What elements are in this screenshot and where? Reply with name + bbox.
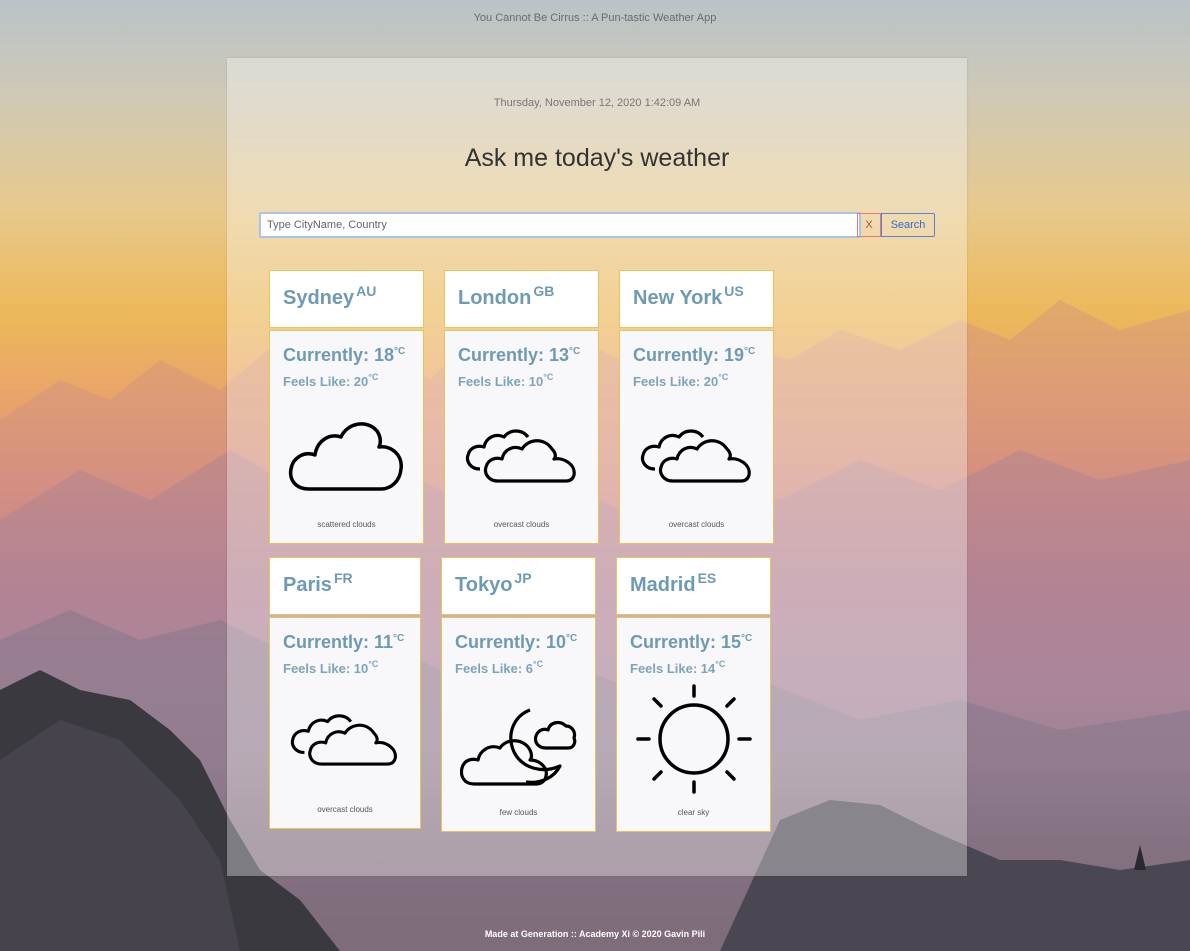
current-temp: Currently: 18°C bbox=[283, 345, 406, 365]
sun-icon bbox=[635, 684, 752, 794]
weather-panel: Thursday, November 12, 2020 1:42:09 AM A… bbox=[227, 58, 967, 876]
weather-description: overcast clouds bbox=[668, 520, 725, 529]
city-card-madrid: Madrid ES Currently: 15°C Feels Like: 14°… bbox=[616, 557, 771, 832]
country-code: JP bbox=[514, 570, 532, 586]
current-temp: Currently: 19°C bbox=[633, 345, 756, 365]
weather-details: Currently: 10°C Feels Like: 6°C few clou… bbox=[441, 617, 596, 832]
double-cloud-icon bbox=[290, 714, 397, 766]
weather-details: Currently: 13°C Feels Like: 10°C overcas… bbox=[444, 330, 599, 544]
current-temp: Currently: 15°C bbox=[630, 632, 753, 652]
feels-like-temp: Feels Like: 6°C bbox=[455, 659, 544, 676]
city-name: Madrid bbox=[630, 574, 696, 596]
double-cloud-icon bbox=[640, 429, 751, 483]
feels-like-temp: Feels Like: 20°C bbox=[633, 372, 729, 389]
city-card-london: London GB Currently: 13°C Feels Like: 10°… bbox=[444, 270, 599, 544]
weather-description: scattered clouds bbox=[317, 520, 376, 529]
weather-description: clear sky bbox=[677, 808, 710, 817]
city-header: Tokyo JP bbox=[441, 557, 596, 615]
weather-description: overcast clouds bbox=[317, 805, 373, 814]
city-header: New York US bbox=[619, 270, 774, 328]
country-code: AU bbox=[356, 283, 377, 299]
current-temp: Currently: 10°C bbox=[455, 632, 578, 652]
city-header: Paris FR bbox=[269, 557, 421, 615]
country-code: US bbox=[724, 283, 744, 299]
weather-description: overcast clouds bbox=[493, 520, 550, 529]
current-datetime: Thursday, November 12, 2020 1:42:09 AM bbox=[493, 97, 701, 109]
page-heading: Ask me today's weather bbox=[464, 144, 730, 172]
weather-details: Currently: 11°C Feels Like: 10°C overcas… bbox=[269, 617, 421, 829]
weather-details: Currently: 18°C Feels Like: 20°C scatter… bbox=[269, 330, 424, 544]
country-code: GB bbox=[533, 283, 555, 299]
feels-like-temp: Feels Like: 10°C bbox=[458, 372, 554, 389]
city-card-new-york: New York US Currently: 19°C Feels Like: 2… bbox=[619, 270, 774, 544]
current-temp: Currently: 13°C bbox=[458, 345, 581, 365]
search-bar: X Search bbox=[259, 212, 935, 238]
cloud-icon bbox=[288, 422, 403, 491]
search-button[interactable]: Search bbox=[881, 213, 935, 237]
city-header: London GB bbox=[444, 270, 599, 328]
city-card-paris: Paris FR Currently: 11°C Feels Like: 10°C… bbox=[269, 557, 421, 829]
city-card-tokyo: Tokyo JP Currently: 10°C Feels Like: 6°C … bbox=[441, 557, 596, 832]
country-code: ES bbox=[697, 570, 717, 586]
city-search-input[interactable] bbox=[259, 212, 861, 238]
feels-like-temp: Feels Like: 14°C bbox=[630, 659, 726, 676]
city-header: Madrid ES bbox=[616, 557, 771, 615]
current-temp: Currently: 11°C bbox=[283, 632, 405, 652]
feels-like-temp: Feels Like: 20°C bbox=[283, 372, 379, 389]
footer-credit: Made at Generation :: Academy Xi © 2020 … bbox=[484, 929, 706, 939]
country-code: FR bbox=[333, 570, 353, 586]
weather-details: Currently: 15°C Feels Like: 14°C clear s… bbox=[616, 617, 771, 832]
clear-button[interactable]: X bbox=[857, 213, 881, 237]
city-name: New York bbox=[633, 287, 723, 309]
feels-like-temp: Feels Like: 10°C bbox=[283, 659, 379, 676]
double-cloud-icon bbox=[465, 429, 576, 483]
moon-cloud-icon bbox=[459, 708, 576, 786]
city-name: Tokyo bbox=[455, 574, 513, 596]
city-name: Sydney bbox=[283, 287, 355, 309]
city-name: Paris bbox=[283, 574, 332, 596]
weather-details: Currently: 19°C Feels Like: 20°C overcas… bbox=[619, 330, 774, 544]
city-name: London bbox=[458, 287, 532, 309]
app-title: You Cannot Be Cirrus :: A Pun-tastic Wea… bbox=[473, 12, 717, 24]
city-header: Sydney AU bbox=[269, 270, 424, 328]
weather-description: few clouds bbox=[499, 808, 538, 817]
city-card-sydney: Sydney AU Currently: 18°C Feels Like: 20°… bbox=[269, 270, 424, 544]
